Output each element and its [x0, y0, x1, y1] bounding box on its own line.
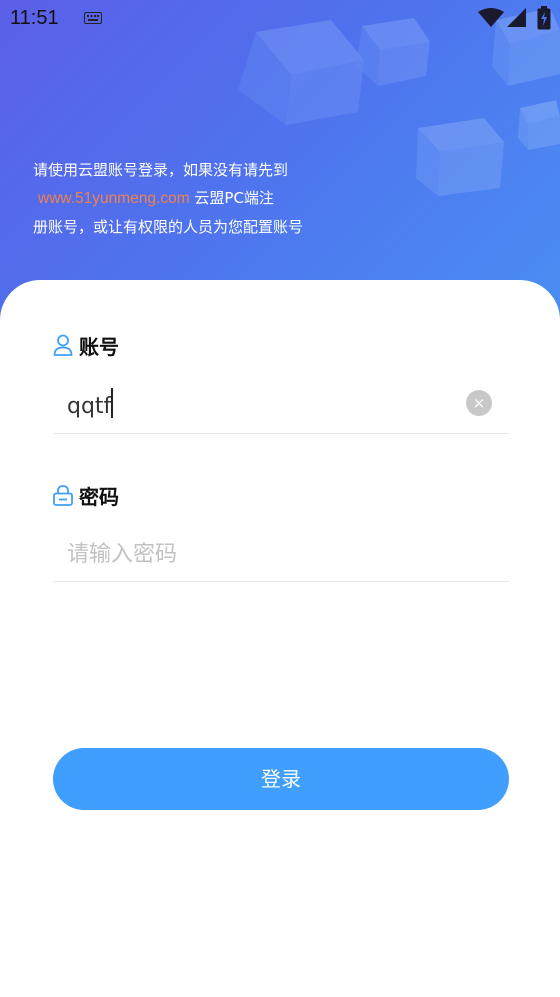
battery-icon [537, 6, 551, 30]
status-bar: 11:51 [0, 0, 560, 38]
instructions-line-2: www.51yunmeng.com 云盟PC端注 [38, 189, 274, 207]
status-time: 11:51 [10, 7, 59, 29]
password-input[interactable] [67, 534, 457, 574]
keyboard-icon [84, 12, 102, 24]
signal-icon [507, 8, 526, 27]
password-label: 密码 [53, 482, 119, 509]
instructions-line-1: 请使用云盟账号登录，如果没有请先到 [33, 161, 289, 179]
website-link[interactable]: www.51yunmeng.com [38, 190, 190, 207]
wifi-icon [478, 8, 504, 27]
decorative-cube-graphic [518, 100, 560, 150]
login-instructions: 请使用云盟账号登录，如果没有请先到 www.51yunmeng.com 云盟PC… [33, 156, 333, 241]
password-input-row [53, 530, 509, 582]
instructions-line-3: 册账号，或让有权限的人员为您配置账号 [33, 218, 304, 236]
lock-icon [53, 485, 73, 506]
login-button[interactable]: 登录 [53, 748, 509, 810]
clear-account-button[interactable]: × [466, 390, 492, 416]
account-input[interactable] [67, 386, 457, 426]
password-label-text: 密码 [79, 484, 119, 509]
account-label: 账号 [53, 332, 119, 359]
decorative-cube-graphic [416, 118, 504, 196]
user-icon [53, 334, 73, 356]
account-input-row: × [53, 382, 509, 434]
account-label-text: 账号 [79, 334, 119, 359]
text-cursor [111, 388, 113, 418]
